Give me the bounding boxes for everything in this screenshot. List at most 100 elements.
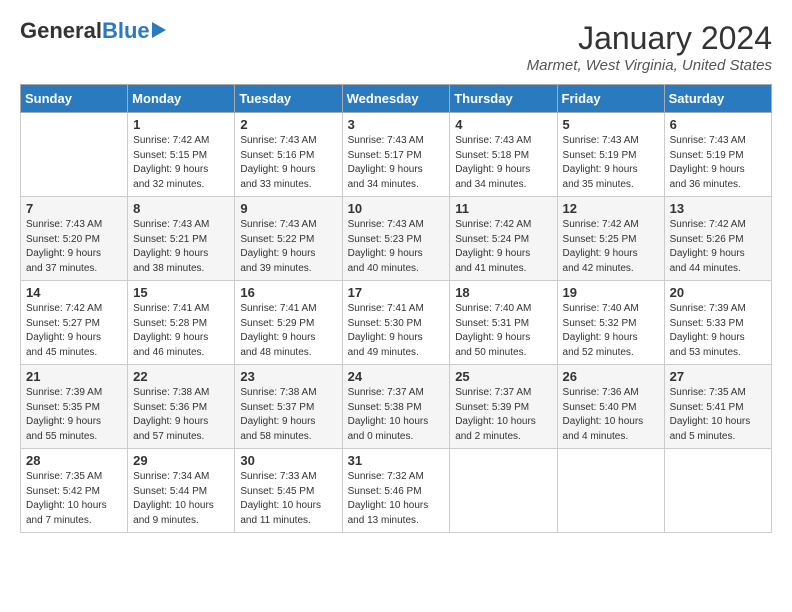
day-number: 16: [240, 285, 336, 300]
day-cell: 8 Sunrise: 7:43 AM Sunset: 5:21 PM Daylig…: [128, 197, 235, 281]
header-friday: Friday: [557, 85, 664, 113]
day-info: Sunrise: 7:43 AM Sunset: 5:21 PM Dayligh…: [133, 218, 229, 276]
header-monday: Monday: [128, 85, 235, 113]
day-cell: 27 Sunrise: 7:35 AM Sunset: 5:41 PM Dayli…: [664, 365, 771, 449]
day-number: 24: [348, 369, 445, 384]
day-cell: 1 Sunrise: 7:42 AM Sunset: 5:15 PM Daylig…: [128, 113, 235, 197]
header-sunday: Sunday: [21, 85, 128, 113]
day-info: Sunrise: 7:42 AM Sunset: 5:15 PM Dayligh…: [133, 134, 229, 192]
day-info: Sunrise: 7:36 AM Sunset: 5:40 PM Dayligh…: [563, 386, 659, 444]
day-number: 22: [133, 369, 229, 384]
day-cell: 25 Sunrise: 7:37 AM Sunset: 5:39 PM Dayli…: [450, 365, 557, 449]
day-info: Sunrise: 7:35 AM Sunset: 5:41 PM Dayligh…: [670, 386, 766, 444]
day-cell: 3 Sunrise: 7:43 AM Sunset: 5:17 PM Daylig…: [342, 113, 450, 197]
day-number: 15: [133, 285, 229, 300]
day-number: 7: [26, 201, 122, 216]
day-info: Sunrise: 7:37 AM Sunset: 5:39 PM Dayligh…: [455, 386, 551, 444]
logo-text: GeneralBlue: [20, 20, 150, 42]
day-info: Sunrise: 7:43 AM Sunset: 5:20 PM Dayligh…: [26, 218, 122, 276]
week-row-1: 1 Sunrise: 7:42 AM Sunset: 5:15 PM Daylig…: [21, 113, 772, 197]
day-number: 8: [133, 201, 229, 216]
header-wednesday: Wednesday: [342, 85, 450, 113]
day-cell: [664, 449, 771, 533]
day-number: 30: [240, 453, 336, 468]
day-number: 27: [670, 369, 766, 384]
day-info: Sunrise: 7:42 AM Sunset: 5:25 PM Dayligh…: [563, 218, 659, 276]
day-cell: 12 Sunrise: 7:42 AM Sunset: 5:25 PM Dayli…: [557, 197, 664, 281]
day-info: Sunrise: 7:42 AM Sunset: 5:26 PM Dayligh…: [670, 218, 766, 276]
day-info: Sunrise: 7:42 AM Sunset: 5:27 PM Dayligh…: [26, 302, 122, 360]
day-number: 14: [26, 285, 122, 300]
week-row-4: 21 Sunrise: 7:39 AM Sunset: 5:35 PM Dayli…: [21, 365, 772, 449]
day-number: 6: [670, 117, 766, 132]
day-cell: 28 Sunrise: 7:35 AM Sunset: 5:42 PM Dayli…: [21, 449, 128, 533]
day-info: Sunrise: 7:35 AM Sunset: 5:42 PM Dayligh…: [26, 470, 122, 528]
day-number: 11: [455, 201, 551, 216]
day-info: Sunrise: 7:43 AM Sunset: 5:19 PM Dayligh…: [670, 134, 766, 192]
day-number: 21: [26, 369, 122, 384]
day-number: 13: [670, 201, 766, 216]
header-tuesday: Tuesday: [235, 85, 342, 113]
day-cell: 9Sunrise: 7:43 AM Sunset: 5:22 PM Daylig…: [235, 197, 342, 281]
day-info: Sunrise: 7:38 AM Sunset: 5:37 PM Dayligh…: [240, 386, 336, 444]
day-number: 9: [240, 201, 336, 216]
calendar-title: January 2024: [527, 20, 772, 57]
day-cell: 21 Sunrise: 7:39 AM Sunset: 5:35 PM Dayli…: [21, 365, 128, 449]
week-row-2: 7 Sunrise: 7:43 AM Sunset: 5:20 PM Daylig…: [21, 197, 772, 281]
day-number: 1: [133, 117, 229, 132]
day-cell: 19Sunrise: 7:40 AM Sunset: 5:32 PM Dayli…: [557, 281, 664, 365]
day-cell: 13 Sunrise: 7:42 AM Sunset: 5:26 PM Dayli…: [664, 197, 771, 281]
header-saturday: Saturday: [664, 85, 771, 113]
day-cell: 6 Sunrise: 7:43 AM Sunset: 5:19 PM Daylig…: [664, 113, 771, 197]
day-cell: 17Sunrise: 7:41 AM Sunset: 5:30 PM Dayli…: [342, 281, 450, 365]
day-number: 31: [348, 453, 445, 468]
day-info: Sunrise: 7:33 AM Sunset: 5:45 PM Dayligh…: [240, 470, 336, 528]
day-number: 12: [563, 201, 659, 216]
day-cell: [450, 449, 557, 533]
day-info: Sunrise: 7:43 AM Sunset: 5:18 PM Dayligh…: [455, 134, 551, 192]
day-number: 4: [455, 117, 551, 132]
day-info: Sunrise: 7:43 AM Sunset: 5:19 PM Dayligh…: [563, 134, 659, 192]
day-info: Sunrise: 7:41 AM Sunset: 5:28 PM Dayligh…: [133, 302, 229, 360]
day-number: 18: [455, 285, 551, 300]
day-cell: 31 Sunrise: 7:32 AM Sunset: 5:46 PM Dayli…: [342, 449, 450, 533]
day-info: Sunrise: 7:34 AM Sunset: 5:44 PM Dayligh…: [133, 470, 229, 528]
header-thursday: Thursday: [450, 85, 557, 113]
week-row-5: 28 Sunrise: 7:35 AM Sunset: 5:42 PM Dayli…: [21, 449, 772, 533]
day-number: 20: [670, 285, 766, 300]
day-cell: 30 Sunrise: 7:33 AM Sunset: 5:45 PM Dayli…: [235, 449, 342, 533]
day-number: 25: [455, 369, 551, 384]
day-cell: 2 Sunrise: 7:43 AM Sunset: 5:16 PM Daylig…: [235, 113, 342, 197]
day-number: 28: [26, 453, 122, 468]
day-number: 2: [240, 117, 336, 132]
day-number: 19: [563, 285, 659, 300]
day-info: Sunrise: 7:40 AM Sunset: 5:31 PM Dayligh…: [455, 302, 551, 360]
day-cell: 16Sunrise: 7:41 AM Sunset: 5:29 PM Dayli…: [235, 281, 342, 365]
calendar-table: SundayMondayTuesdayWednesdayThursdayFrid…: [20, 84, 772, 533]
title-block: January 2024 Marmet, West Virginia, Unit…: [527, 20, 772, 74]
day-cell: 11Sunrise: 7:42 AM Sunset: 5:24 PM Dayli…: [450, 197, 557, 281]
week-row-3: 14 Sunrise: 7:42 AM Sunset: 5:27 PM Dayli…: [21, 281, 772, 365]
day-cell: [557, 449, 664, 533]
day-number: 26: [563, 369, 659, 384]
day-cell: 4 Sunrise: 7:43 AM Sunset: 5:18 PM Daylig…: [450, 113, 557, 197]
logo: GeneralBlue: [20, 20, 166, 42]
day-info: Sunrise: 7:43 AM Sunset: 5:16 PM Dayligh…: [240, 134, 336, 192]
day-cell: 15 Sunrise: 7:41 AM Sunset: 5:28 PM Dayli…: [128, 281, 235, 365]
day-info: Sunrise: 7:43 AM Sunset: 5:23 PM Dayligh…: [348, 218, 445, 276]
page-header: GeneralBlue January 2024 Marmet, West Vi…: [20, 20, 772, 74]
day-info: Sunrise: 7:39 AM Sunset: 5:35 PM Dayligh…: [26, 386, 122, 444]
logo-blue: Blue: [102, 18, 150, 43]
day-info: Sunrise: 7:43 AM Sunset: 5:17 PM Dayligh…: [348, 134, 445, 192]
day-number: 29: [133, 453, 229, 468]
day-info: Sunrise: 7:37 AM Sunset: 5:38 PM Dayligh…: [348, 386, 445, 444]
day-number: 17: [348, 285, 445, 300]
day-number: 10: [348, 201, 445, 216]
day-info: Sunrise: 7:32 AM Sunset: 5:46 PM Dayligh…: [348, 470, 445, 528]
day-cell: 29 Sunrise: 7:34 AM Sunset: 5:44 PM Dayli…: [128, 449, 235, 533]
day-number: 3: [348, 117, 445, 132]
calendar-subtitle: Marmet, West Virginia, United States: [527, 57, 772, 74]
day-number: 23: [240, 369, 336, 384]
day-cell: 26 Sunrise: 7:36 AM Sunset: 5:40 PM Dayli…: [557, 365, 664, 449]
day-cell: 7 Sunrise: 7:43 AM Sunset: 5:20 PM Daylig…: [21, 197, 128, 281]
